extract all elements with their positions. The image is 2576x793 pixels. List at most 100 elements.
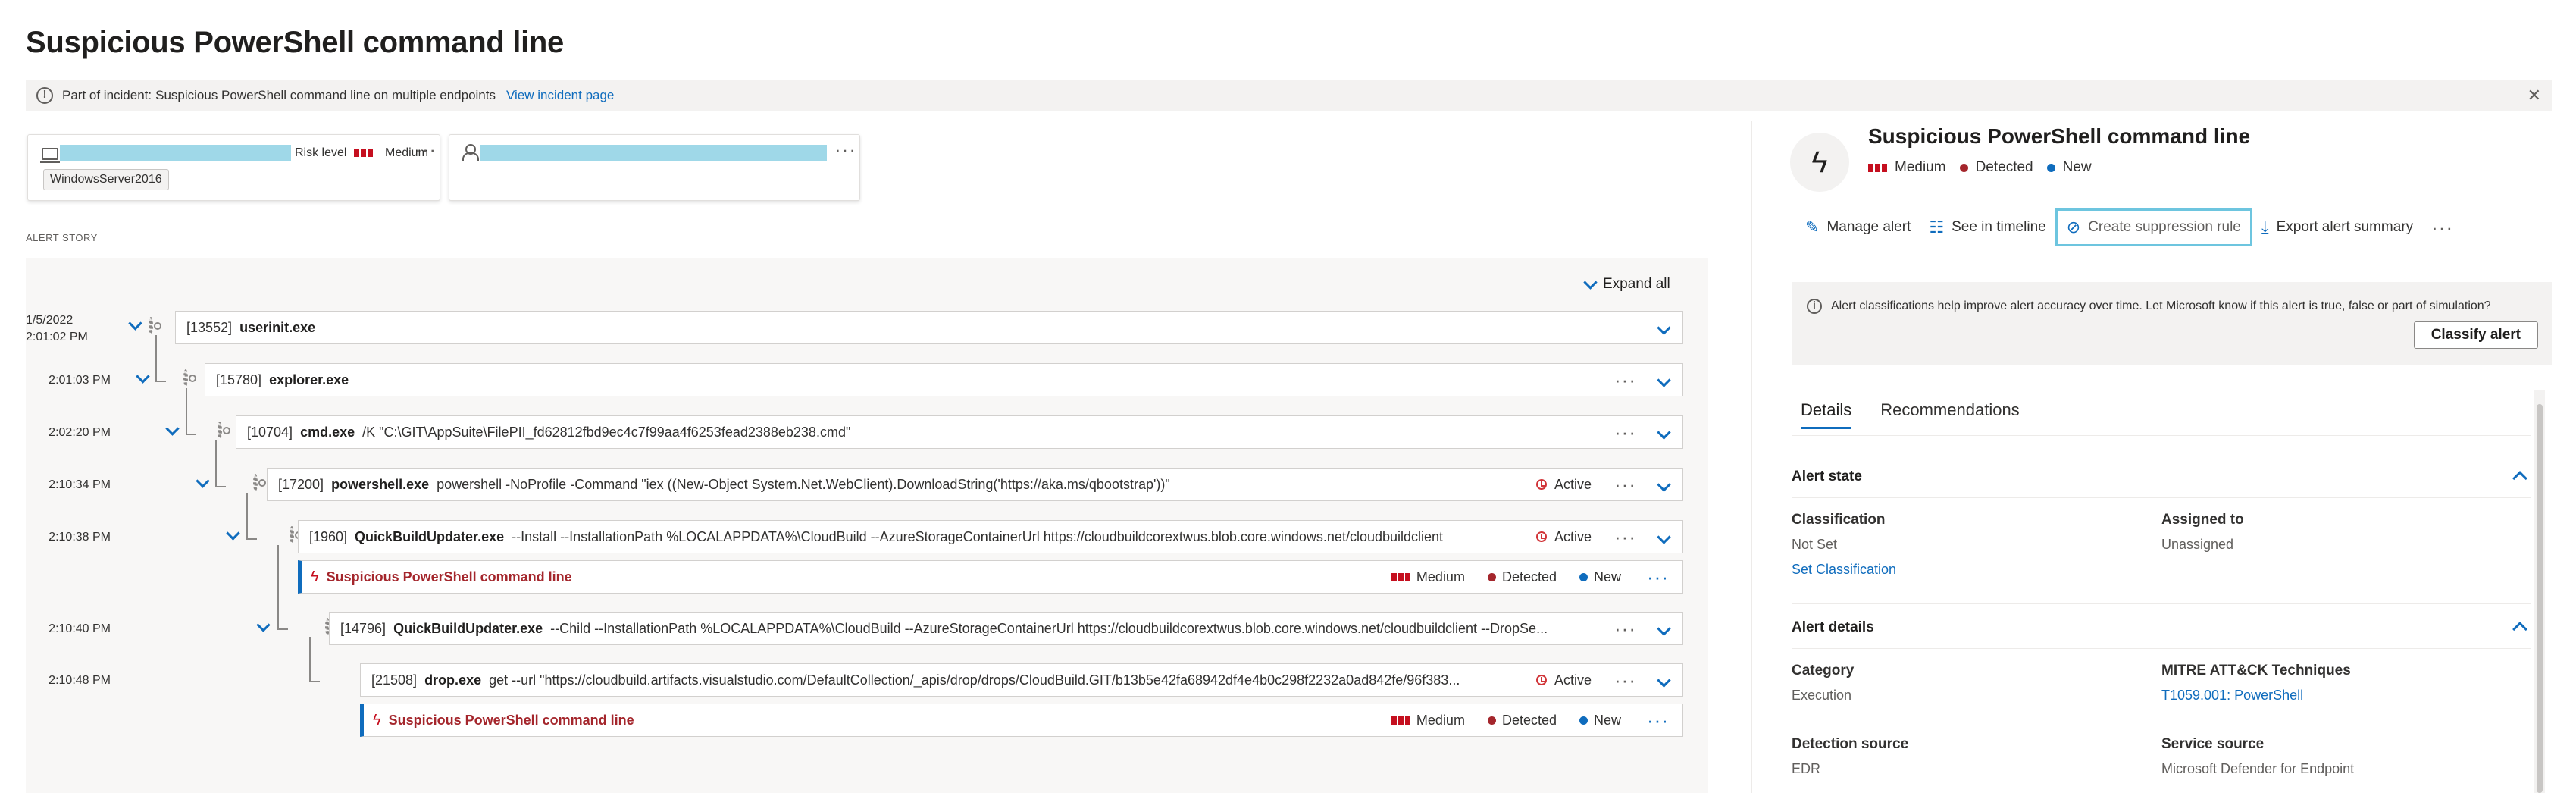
clock-icon — [1535, 531, 1547, 542]
redacted-user-name — [480, 145, 827, 161]
inline-alert-row[interactable]: ϟ Suspicious PowerShell command line Med… — [360, 704, 1683, 737]
details-scrollbar[interactable] — [2534, 390, 2545, 793]
process-row-quickbuildupdater-child[interactable]: [14796] QuickBuildUpdater.exe --Child --… — [329, 612, 1683, 645]
severity-bars — [354, 149, 373, 157]
tree-line — [215, 486, 226, 487]
scrollbar-thumb[interactable] — [2537, 404, 2543, 793]
category-label: Category — [1792, 663, 1855, 679]
severity-bars — [1391, 572, 1410, 581]
user-more-button[interactable]: ··· — [834, 139, 856, 159]
alert-title: Suspicious PowerShell command line — [1868, 124, 2251, 148]
create-suppression-rule-button[interactable]: ⊘ Create suppression rule — [2055, 208, 2252, 246]
section-divider — [1792, 648, 2531, 649]
alert-meta: Medium Detected New — [1868, 159, 2092, 176]
process-row-cmd[interactable]: [10704] cmd.exe /K "C:\GIT\AppSuite\File… — [236, 415, 1683, 449]
alert-bolt-icon: ϟ — [1790, 133, 1849, 192]
see-in-timeline-button[interactable]: ☷ See in timeline — [1920, 210, 2055, 245]
tabs-divider — [1792, 435, 2531, 436]
row-expand-chevron-icon[interactable] — [1657, 372, 1671, 387]
timestamp: 2:10:34 PM — [49, 478, 111, 491]
mitre-label: MITRE ATT&CK Techniques — [2161, 663, 2351, 679]
classification-prompt: Alert classifications help improve alert… — [1792, 282, 2552, 365]
tree-line — [309, 637, 311, 681]
tree-line — [186, 388, 187, 434]
device-icon — [40, 148, 60, 163]
process-gear-icon — [149, 317, 153, 334]
row-expand-chevron-icon[interactable] — [1657, 425, 1671, 440]
timeline-icon: ☷ — [1929, 218, 1945, 237]
risk-level-label: Risk level — [295, 146, 347, 159]
row-expand-chevron-icon[interactable] — [1657, 672, 1671, 688]
set-classification-link[interactable]: Set Classification — [1792, 562, 1896, 578]
process-row-userinit[interactable]: [13552] userinit.exe — [175, 311, 1683, 344]
row-more-button[interactable]: ··· — [1614, 422, 1636, 442]
more-icon: ··· — [2431, 216, 2454, 239]
os-tag: WindowsServer2016 — [43, 169, 169, 190]
tree-line — [246, 493, 248, 538]
tree-line — [277, 628, 288, 630]
detected-dot-icon — [1487, 572, 1496, 581]
alert-bolt-icon: ϟ — [373, 711, 381, 729]
process-gear-icon — [183, 369, 188, 387]
process-status: Active — [1535, 477, 1592, 493]
detection-source-label: Detection source — [1792, 736, 1909, 752]
classify-alert-button[interactable]: Classify alert — [2413, 321, 2538, 349]
manage-alert-button[interactable]: ✎ Manage alert — [1796, 210, 1920, 245]
timestamp: 2:02:20 PM — [49, 426, 111, 439]
row-expand-chevron-icon[interactable] — [1657, 320, 1671, 335]
info-icon — [36, 87, 53, 104]
process-status: Active — [1535, 672, 1592, 688]
tree-line — [309, 681, 320, 682]
expand-all-button[interactable]: Expand all — [1583, 274, 1670, 293]
severity-bars — [1868, 163, 1887, 172]
process-row-quickbuildupdater[interactable]: [1960] QuickBuildUpdater.exe --Install -… — [298, 520, 1683, 553]
detected-dot-icon — [1487, 716, 1496, 725]
process-row-powershell[interactable]: [17200] powershell.exe powershell -NoPro… — [267, 468, 1683, 501]
row-expand-chevron-icon[interactable] — [1657, 477, 1671, 492]
service-source-value: Microsoft Defender for Endpoint — [2161, 761, 2355, 776]
chevron-up-icon[interactable] — [2512, 622, 2527, 637]
tab-recommendations[interactable]: Recommendations — [1880, 400, 2019, 429]
detail-tabs: Details Recommendations — [1801, 400, 2020, 429]
tree-line — [155, 335, 157, 381]
row-more-button[interactable]: ··· — [1614, 670, 1636, 690]
inline-alert-row[interactable]: ϟ Suspicious PowerShell command line Med… — [298, 560, 1683, 594]
tree-line — [186, 434, 196, 435]
tab-details[interactable]: Details — [1801, 400, 1852, 429]
alert-severity: Medium — [1895, 159, 1946, 175]
chevron-up-icon[interactable] — [2512, 471, 2527, 486]
more-actions-button[interactable]: ··· — [2422, 216, 2462, 239]
alert-more-button[interactable]: ··· — [1647, 710, 1669, 730]
classification-prompt-text: Alert classifications help improve alert… — [1831, 299, 2491, 312]
alert-more-button[interactable]: ··· — [1647, 567, 1669, 587]
timestamp: 1/5/2022 2:01:02 PM — [26, 314, 88, 343]
category-value: Execution — [1792, 688, 1852, 703]
user-card[interactable]: ··· — [449, 134, 860, 201]
alert-action-bar: ✎ Manage alert ☷ See in timeline ⊘ Creat… — [1796, 208, 2462, 246]
view-incident-link[interactable]: View incident page — [506, 88, 614, 103]
info-icon — [1807, 299, 1822, 314]
alert-status: New — [2062, 159, 2092, 175]
process-row-explorer[interactable]: [15780] explorer.exe ··· — [205, 363, 1683, 396]
row-more-button[interactable]: ··· — [1614, 370, 1636, 390]
timestamp: 2:10:40 PM — [49, 622, 111, 635]
export-alert-summary-button[interactable]: ⤓ Export alert summary — [2252, 210, 2422, 245]
row-more-button[interactable]: ··· — [1614, 527, 1636, 547]
mitre-technique-link[interactable]: T1059.001: PowerShell — [2161, 688, 2303, 704]
alert-details-heading[interactable]: Alert details — [1792, 619, 1874, 636]
row-more-button[interactable]: ··· — [1614, 619, 1636, 638]
row-expand-chevron-icon[interactable] — [1657, 621, 1671, 636]
process-row-drop[interactable]: [21508] drop.exe get --url "https://clou… — [360, 663, 1683, 697]
alert-state-heading[interactable]: Alert state — [1792, 469, 1862, 485]
clock-icon — [1535, 479, 1547, 490]
tree-line — [277, 545, 279, 628]
device-card[interactable]: Risk level Medium ··· WindowsServer2016 — [27, 134, 440, 201]
new-dot-icon — [1579, 572, 1588, 581]
close-icon[interactable]: ✕ — [2527, 86, 2541, 105]
user-icon — [462, 144, 479, 161]
device-more-button[interactable]: ··· — [415, 139, 437, 159]
timestamp: 2:01:03 PM — [49, 374, 111, 387]
row-more-button[interactable]: ··· — [1614, 475, 1636, 494]
row-expand-chevron-icon[interactable] — [1657, 529, 1671, 544]
timestamp: 2:10:48 PM — [49, 674, 111, 687]
